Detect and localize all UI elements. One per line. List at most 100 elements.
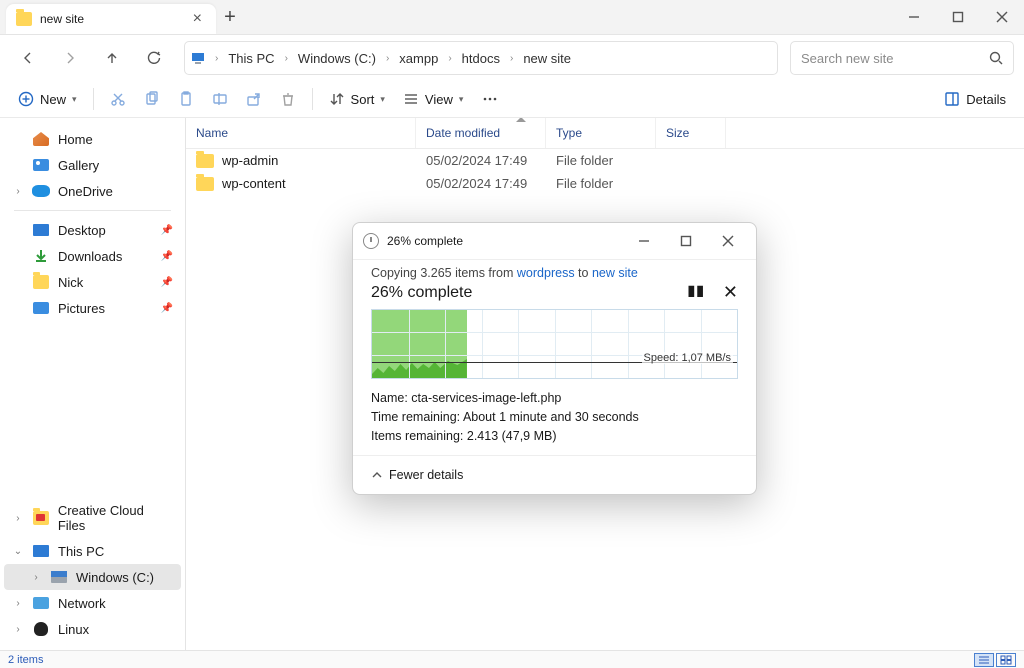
sort-button[interactable]: Sort ▾ [321,85,393,113]
share-icon [246,91,262,107]
chevron-right-icon[interactable]: › [281,53,292,64]
copy-button[interactable] [136,85,168,113]
column-headers: Name Date modified Type Size [186,118,1024,149]
paste-button[interactable] [170,85,202,113]
dialog-close-button[interactable] [710,229,746,253]
sidebar-item-onedrive[interactable]: ›OneDrive [0,178,185,204]
sidebar-label: Pictures [58,301,105,316]
breadcrumb[interactable]: new site [521,49,573,68]
sidebar-item-home[interactable]: Home [0,126,185,152]
fewer-details-button[interactable]: Fewer details [371,468,738,482]
refresh-button[interactable] [136,42,172,74]
sidebar-item-creative-cloud[interactable]: ›Creative Cloud Files [0,498,185,538]
dialog-titlebar[interactable]: 26% complete [353,223,756,259]
ellipsis-icon [481,91,499,107]
col-header-name[interactable]: Name [186,118,416,148]
expand-icon[interactable]: › [12,186,24,197]
view-icon [403,91,419,107]
new-button[interactable]: New ▾ [10,85,85,113]
tab-close-button[interactable]: × [189,8,206,30]
desktop-icon [33,224,49,236]
details-icon [944,91,960,107]
rename-button[interactable] [204,85,236,113]
more-button[interactable] [473,85,507,113]
sidebar-item-user-folder[interactable]: Nick📌 [0,269,185,295]
view-label: View [425,92,453,107]
pause-button[interactable]: ▮▮ [687,282,704,303]
dialog-minimize-button[interactable] [626,229,662,253]
sidebar-item-drive-c[interactable]: ›Windows (C:) [4,564,181,590]
chevron-right-icon[interactable]: › [382,53,393,64]
pin-icon: 📌 [161,225,173,236]
cancel-button[interactable]: ✕ [723,282,738,303]
sidebar-item-pictures[interactable]: Pictures 📌 [0,295,185,321]
expand-icon[interactable]: › [12,598,24,609]
title-bar: new site × + [0,0,1024,34]
sidebar-label: This PC [58,544,104,559]
chevron-down-icon: ▾ [72,94,77,105]
breadcrumb[interactable]: htdocs [460,49,502,68]
pin-icon: 📌 [161,303,173,314]
sidebar-item-this-pc[interactable]: ⌄ This PC [0,538,185,564]
up-button[interactable] [94,42,130,74]
search-input[interactable]: Search new site [790,41,1014,75]
chevron-up-icon [371,469,383,481]
file-row[interactable]: wp-admin 05/02/2024 17:49 File folder [186,149,1024,172]
breadcrumb[interactable]: Windows (C:) [296,49,378,68]
copy-source-link[interactable]: wordpress [517,266,575,280]
back-button[interactable] [10,42,46,74]
copy-summary-line: Copying 3.265 items from wordpress to ne… [371,266,738,280]
sidebar-item-gallery[interactable]: Gallery [0,152,185,178]
col-header-date[interactable]: Date modified [416,118,546,148]
breadcrumb[interactable]: This PC [226,49,276,68]
col-header-size[interactable]: Size [656,118,726,148]
chevron-right-icon[interactable]: › [444,53,455,64]
sidebar-label: Home [58,132,93,147]
new-label: New [40,92,66,107]
window-close-button[interactable] [980,0,1024,34]
sidebar-label: Desktop [58,223,106,238]
sort-label: Sort [351,92,375,107]
cut-button[interactable] [102,85,134,113]
window-tab[interactable]: new site × [6,4,216,34]
dialog-maximize-button[interactable] [668,229,704,253]
file-type: File folder [556,153,666,168]
sidebar-item-downloads[interactable]: Downloads📌 [0,243,185,269]
folder-icon [33,275,49,289]
item-count: 2 items [8,654,43,666]
thumbnails-view-button[interactable] [996,653,1016,667]
sidebar-item-desktop[interactable]: Desktop 📌 [0,217,185,243]
folder-icon [196,177,214,191]
forward-button[interactable] [52,42,88,74]
collapse-icon[interactable]: ⌄ [12,546,24,557]
navigation-pane: Home Gallery ›OneDrive Desktop 📌 Download… [0,118,186,650]
tab-title: new site [40,12,84,26]
maximize-button[interactable] [936,0,980,34]
navigation-row: › This PC › Windows (C:) › xampp › htdoc… [0,35,1024,81]
address-bar[interactable]: › This PC › Windows (C:) › xampp › htdoc… [184,41,778,75]
sidebar-item-network[interactable]: ›Network [0,590,185,616]
gallery-icon [33,159,49,171]
expand-icon[interactable]: › [12,624,24,635]
network-icon [33,597,49,609]
drive-icon [51,571,67,583]
details-pane-button[interactable]: Details [936,85,1014,113]
chevron-right-icon[interactable]: › [211,53,222,64]
new-tab-button[interactable]: + [216,6,244,29]
file-date: 05/02/2024 17:49 [426,153,556,168]
clock-icon [363,233,379,249]
sort-indicator-icon [516,118,526,122]
expand-icon[interactable]: › [30,572,42,583]
details-view-button[interactable] [974,653,994,667]
copy-dest-link[interactable]: new site [592,266,638,280]
delete-button[interactable] [272,85,304,113]
file-row[interactable]: wp-content 05/02/2024 17:49 File folder [186,172,1024,195]
chevron-right-icon[interactable]: › [506,53,517,64]
expand-icon[interactable]: › [12,513,24,524]
breadcrumb[interactable]: xampp [397,49,440,68]
col-header-type[interactable]: Type [546,118,656,148]
sidebar-item-linux[interactable]: ›Linux [0,616,185,642]
share-button[interactable] [238,85,270,113]
minimize-button[interactable] [892,0,936,34]
view-button[interactable]: View ▾ [395,85,471,113]
